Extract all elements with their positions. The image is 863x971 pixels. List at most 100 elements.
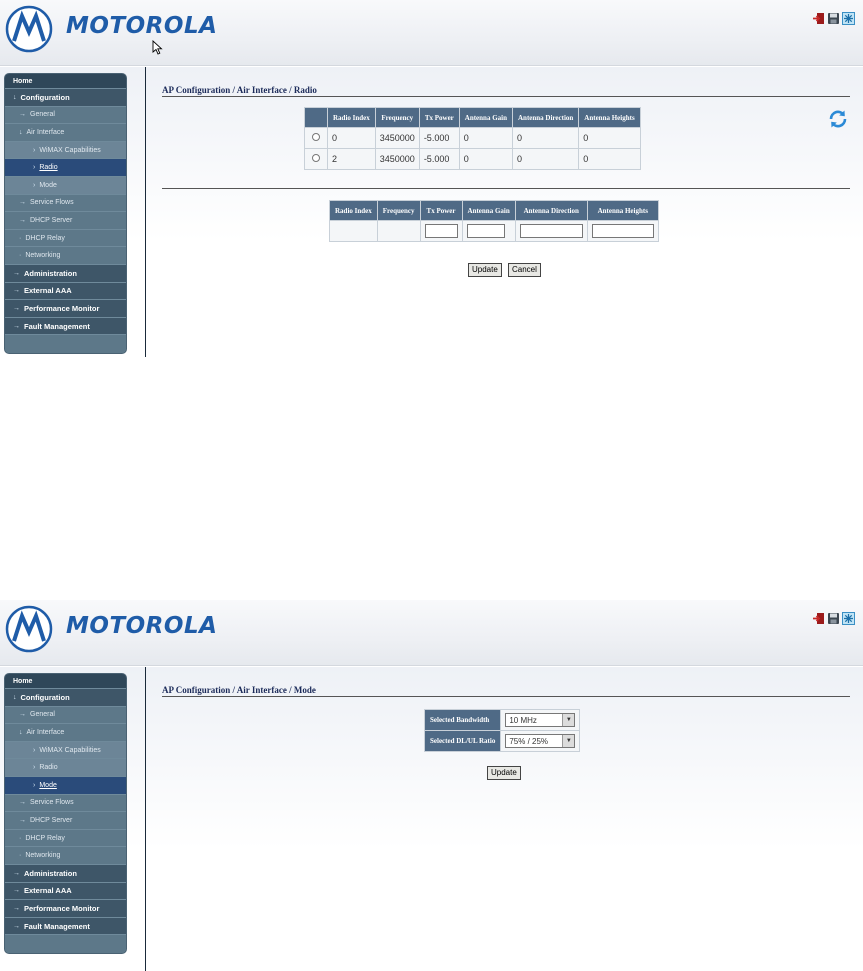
column-header: Antenna Heights — [586, 200, 659, 221]
sidebar-item-dhcp-server[interactable]: → DHCP Server — [5, 812, 126, 830]
sidebar-item-service-flows[interactable]: → Service Flows — [5, 795, 126, 813]
bullet-icon: · — [19, 834, 22, 842]
radio-table: Radio Index Frequency Tx Power Antenna G… — [304, 107, 641, 170]
sidebar-item-home[interactable]: Home — [5, 674, 126, 689]
sidebar-item-label: General — [30, 711, 55, 719]
logout-icon[interactable] — [812, 12, 825, 25]
app-header: MOTOROLA — [0, 0, 863, 66]
row-select-cell — [304, 148, 328, 170]
cell-tx-power: -5.000 — [418, 127, 460, 149]
sidebar-item-dhcp-relay[interactable]: · DHCP Relay — [5, 230, 126, 248]
arrow-down-icon: ↓ — [13, 693, 17, 701]
sidebar-item-radio[interactable]: › Radio — [5, 759, 126, 777]
column-header: Antenna Gain — [458, 107, 514, 128]
sidebar-item-networking[interactable]: · Networking — [5, 847, 126, 865]
table-header-row: Radio Index Frequency Tx Power Antenna G… — [329, 200, 659, 221]
table-row[interactable]: 0 3450000 -5.000 0 0 0 — [304, 127, 641, 149]
dropdown-arrow-icon: ▼ — [562, 714, 575, 726]
arrow-right-icon: → — [19, 199, 26, 207]
radio-edit-table: Radio Index Frequency Tx Power Antenna G… — [329, 200, 659, 242]
column-header: Frequency — [374, 107, 420, 128]
update-button[interactable]: Update — [487, 766, 521, 780]
logout-icon[interactable] — [812, 612, 825, 625]
sidebar-item-administration[interactable]: → Administration — [5, 264, 126, 283]
title-divider — [162, 696, 850, 697]
cell-frequency: 3450000 — [374, 127, 420, 149]
sidebar-item-general[interactable]: → General — [5, 107, 126, 125]
sidebar-item-performance-monitor[interactable]: → Performance Monitor — [5, 300, 126, 318]
snowflake-icon[interactable] — [842, 12, 855, 25]
sidebar-item-configuration[interactable]: ↓ Configuration — [5, 89, 126, 107]
vertical-divider — [145, 67, 146, 357]
sidebar-item-dhcp-server[interactable]: → DHCP Server — [5, 212, 126, 230]
antenna-heights-input[interactable] — [591, 224, 654, 238]
sidebar-item-networking[interactable]: · Networking — [5, 247, 126, 265]
bandwidth-select[interactable]: 10 MHz ▼ — [505, 713, 576, 727]
row-select-cell — [304, 127, 328, 149]
sidebar-item-label: DHCP Relay — [25, 234, 65, 242]
update-button[interactable]: Update — [468, 263, 502, 277]
sidebar-item-label: Service Flows — [30, 199, 74, 207]
sidebar-item-air-interface[interactable]: ↓ Air Interface — [5, 124, 126, 142]
save-icon[interactable] — [827, 12, 840, 25]
arrow-right-icon: → — [19, 711, 26, 719]
sidebar-item-label: DHCP Server — [30, 816, 73, 824]
sidebar-item-fault-management[interactable]: → Fault Management — [5, 917, 126, 936]
sidebar-item-wimax-capabilities[interactable]: › WiMAX Capabilities — [5, 141, 126, 160]
sidebar-item-air-interface[interactable]: ↓ Air Interface — [5, 724, 126, 742]
snowflake-icon[interactable] — [842, 612, 855, 625]
column-header: Antenna Heights — [578, 107, 641, 128]
sidebar-item-administration[interactable]: → Administration — [5, 864, 126, 883]
antenna-direction-input[interactable] — [519, 224, 583, 238]
sidebar-item-performance-monitor[interactable]: → Performance Monitor — [5, 900, 126, 918]
sidebar-item-label: WiMAX Capabilities — [39, 146, 101, 154]
table-row[interactable]: 2 3450000 -5.000 0 0 0 — [304, 148, 641, 170]
sidebar-item-label: Home — [13, 77, 33, 85]
arrow-right-icon: → — [19, 216, 26, 224]
sidebar-item-dhcp-relay[interactable]: · DHCP Relay — [5, 830, 126, 848]
toolbar — [812, 12, 855, 25]
sidebar-item-label: Configuration — [20, 692, 70, 702]
brand-name: MOTOROLA — [66, 13, 218, 39]
sidebar-item-wimax-capabilities[interactable]: › WiMAX Capabilities — [5, 741, 126, 760]
row-radio-button[interactable] — [312, 133, 320, 141]
tx-power-input[interactable] — [424, 224, 458, 238]
main-area: Home ↓ Configuration → General ↓ Air Interf… — [0, 667, 863, 971]
arrow-down-icon: ↓ — [19, 128, 23, 136]
motorola-logo-icon — [5, 5, 53, 53]
vertical-divider — [145, 667, 146, 971]
sidebar-item-external-aaa[interactable]: → External AAA — [5, 282, 126, 301]
radio-page-screenshot: MOTOROLA Home ↓ Configuration → General ↓ A… — [0, 0, 863, 357]
cell-antenna-gain: 0 — [458, 127, 514, 149]
page-title: AP Configuration / Air Interface / Mode — [162, 685, 316, 695]
antenna-gain-input[interactable] — [466, 224, 505, 238]
sidebar-item-home[interactable]: Home — [5, 74, 126, 89]
sidebar-item-external-aaa[interactable]: → External AAA — [5, 882, 126, 901]
column-header: Radio Index — [329, 200, 378, 221]
cell-antenna-direction: 0 — [511, 148, 580, 170]
sidebar-item-radio[interactable]: › Radio — [5, 159, 126, 177]
sidebar-item-mode[interactable]: › Mode — [5, 776, 126, 795]
sidebar-item-general[interactable]: → General — [5, 707, 126, 725]
arrow-right-icon: → — [19, 111, 26, 119]
sidebar-item-label: Networking — [25, 252, 61, 260]
sidebar-item-label: Home — [13, 677, 33, 685]
sidebar-item-label: Networking — [25, 852, 61, 860]
save-icon[interactable] — [827, 612, 840, 625]
cell-antenna-gain — [461, 220, 516, 242]
dropdown-arrow-icon: ▼ — [562, 735, 575, 747]
refresh-icon[interactable] — [827, 108, 849, 130]
cancel-button[interactable]: Cancel — [508, 263, 541, 277]
cell-tx-power — [419, 220, 463, 242]
sidebar-item-label: Fault Management — [24, 921, 90, 931]
sidebar-item-service-flows[interactable]: → Service Flows — [5, 195, 126, 213]
sidebar-item-configuration[interactable]: ↓ Configuration — [5, 689, 126, 707]
sidebar-item-label: Service Flows — [30, 799, 74, 807]
cell-antenna-direction — [514, 220, 588, 242]
dl-ul-ratio-select[interactable]: 75% / 25% ▼ — [505, 734, 576, 748]
sidebar-item-label: Mode — [39, 781, 57, 789]
sidebar-item-fault-management[interactable]: → Fault Management — [5, 317, 126, 336]
row-radio-button[interactable] — [312, 154, 320, 162]
sidebar-item-label: DHCP Server — [30, 216, 73, 224]
sidebar-item-mode[interactable]: › Mode — [5, 176, 126, 195]
